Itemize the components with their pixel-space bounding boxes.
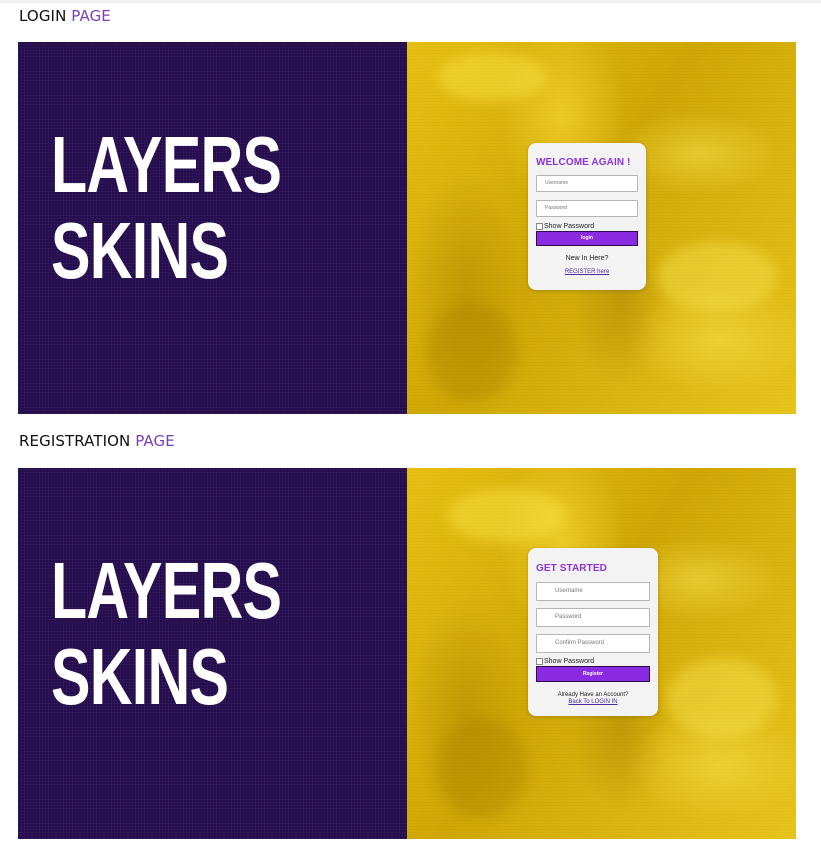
registration-form-card: GET STARTED Username Password Confirm Pa…	[528, 548, 658, 716]
username-input[interactable]: Username	[536, 175, 638, 192]
fabric-fold	[427, 302, 517, 402]
show-password-checkbox[interactable]	[536, 658, 543, 665]
existing-account-prompt: Already Have an Account?	[557, 692, 629, 698]
brand-wordmark: LAYERS SKINS	[51, 120, 282, 295]
login-card-title: WELCOME AGAIN !	[536, 157, 631, 168]
show-password-label: Show Password	[544, 658, 595, 665]
top-strip	[0, 0, 821, 3]
show-password-row[interactable]: Show Password	[536, 658, 650, 665]
fabric-fold	[657, 242, 777, 312]
registration-card-title: GET STARTED	[536, 563, 607, 574]
new-user-prompt: New In Here?	[565, 255, 609, 262]
password-input[interactable]: Password	[536, 608, 650, 627]
brand-wordmark: LAYERS SKINS	[51, 546, 282, 721]
show-password-label: Show Password	[544, 223, 595, 230]
back-to-login-link[interactable]: Back To LOGIN IN	[536, 699, 650, 705]
fabric-fold	[447, 488, 567, 543]
show-password-row[interactable]: Show Password	[536, 223, 638, 230]
brand-panel: LAYERS SKINS	[18, 468, 407, 839]
brand-line-1: LAYERS	[51, 546, 282, 635]
password-input[interactable]: Password	[536, 200, 638, 217]
fabric-fold	[437, 718, 527, 818]
brand-line-2: SKINS	[51, 632, 229, 721]
registration-page-mockup: LAYERS SKINS GET STARTED Username Passwo…	[18, 468, 796, 839]
backdrop-image: GET STARTED Username Password Confirm Pa…	[407, 468, 796, 839]
register-link[interactable]: REGISTER here	[536, 269, 638, 275]
show-password-checkbox[interactable]	[536, 223, 543, 230]
register-button[interactable]: Register	[536, 666, 650, 682]
brand-panel: LAYERS SKINS	[18, 42, 407, 414]
registration-heading-prefix: REGISTRATION	[19, 432, 131, 450]
login-heading-prefix: LOGIN	[19, 7, 67, 25]
login-heading-accent: PAGE	[71, 7, 111, 25]
login-page-mockup: LAYERS SKINS WELCOME AGAIN ! Username Pa…	[18, 42, 796, 414]
registration-heading-accent: PAGE	[135, 432, 175, 450]
login-button[interactable]: login	[536, 231, 638, 246]
registration-section-heading: REGISTRATION PAGE	[19, 432, 175, 450]
fabric-fold	[667, 658, 777, 738]
backdrop-image: WELCOME AGAIN ! Username Password Show P…	[407, 42, 796, 414]
login-section-heading: LOGIN PAGE	[19, 7, 111, 25]
confirm-password-input[interactable]: Confirm Password	[536, 634, 650, 653]
brand-line-2: SKINS	[51, 206, 229, 295]
username-input[interactable]: Username	[536, 582, 650, 601]
brand-line-1: LAYERS	[51, 120, 282, 209]
login-form-card: WELCOME AGAIN ! Username Password Show P…	[528, 143, 646, 290]
fabric-fold	[437, 52, 547, 102]
